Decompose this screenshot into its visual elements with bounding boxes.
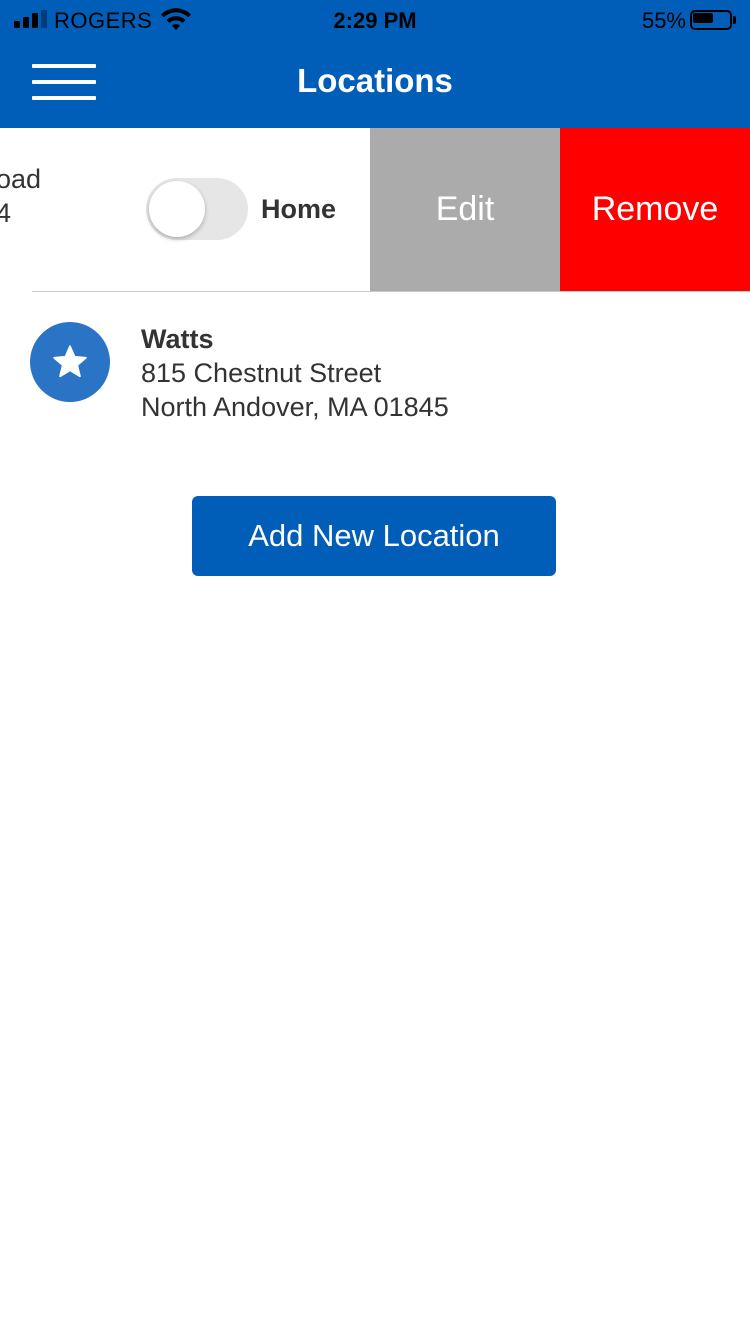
status-bar: ROGERS 2:29 PM 55% xyxy=(0,0,750,40)
battery-percent: 55% xyxy=(641,8,686,33)
status-time: 2:29 PM xyxy=(333,8,417,33)
location-row-swiped[interactable]: oad 4 Home Edit Remove xyxy=(0,128,750,291)
home-toggle-label: Home xyxy=(261,194,337,224)
address-fragment-line1: oad xyxy=(0,164,42,194)
address-fragment-line2: 4 xyxy=(0,198,12,228)
list-item[interactable]: Watts 815 Chestnut Street North Andover,… xyxy=(0,292,750,442)
add-new-location-button[interactable]: Add New Location xyxy=(192,496,556,576)
location-street: 815 Chestnut Street xyxy=(141,358,382,388)
location-city-line: North Andover, MA 01845 xyxy=(141,392,449,422)
battery-fill xyxy=(693,13,713,23)
page-title: Locations xyxy=(297,62,453,99)
toggle-knob xyxy=(149,181,205,237)
home-toggle[interactable] xyxy=(146,178,248,240)
remove-button[interactable]: Remove xyxy=(560,128,750,291)
star-icon xyxy=(53,345,87,378)
app-header: ROGERS 2:29 PM 55% Locations xyxy=(0,0,750,128)
location-name: Watts xyxy=(141,324,214,354)
avatar xyxy=(30,322,110,402)
battery-icon xyxy=(690,10,736,30)
address-fragment: oad 4 xyxy=(0,164,41,230)
edit-button[interactable]: Edit xyxy=(370,128,560,291)
